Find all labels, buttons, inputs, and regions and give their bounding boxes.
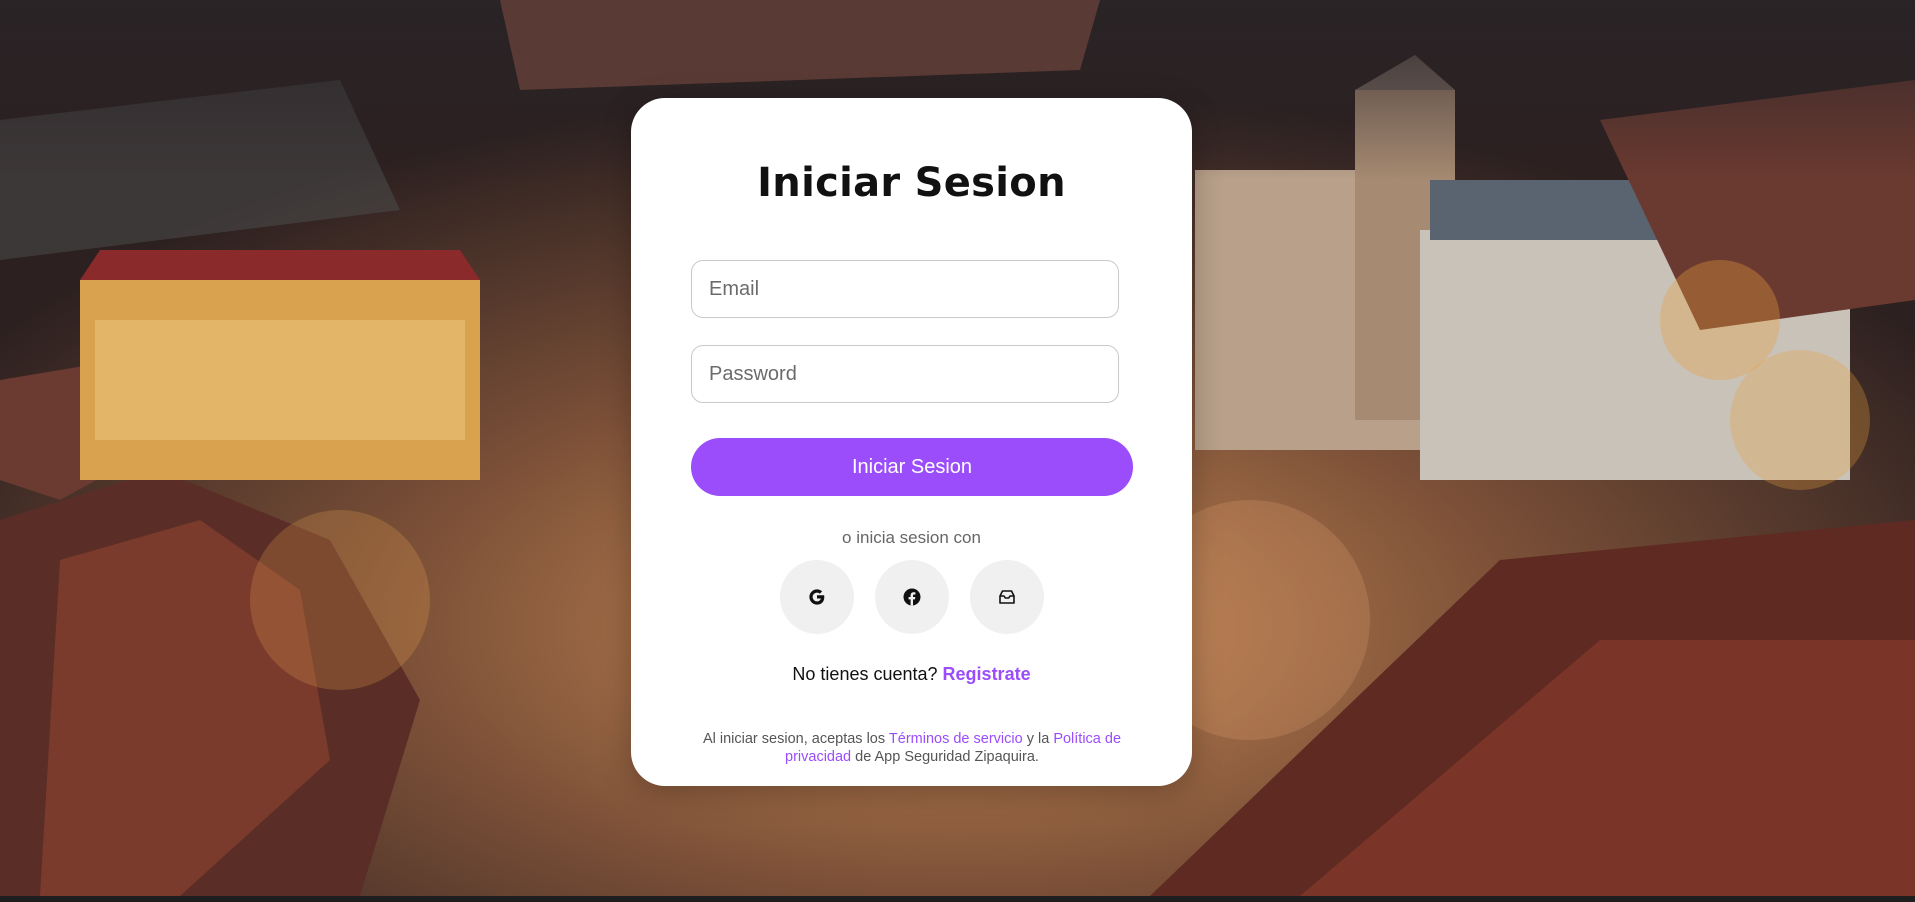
email-field[interactable]: [691, 260, 1119, 318]
email-login-button[interactable]: [970, 560, 1044, 634]
terms-prefix: Al iniciar sesion, aceptas los: [702, 731, 886, 747]
terms-notice: Al iniciar sesion, aceptas los Términos …: [691, 730, 1133, 766]
google-icon: [809, 589, 825, 605]
bottom-strip: [0, 896, 1915, 902]
login-card: Iniciar Sesion Iniciar Sesion o inicia s…: [631, 98, 1192, 786]
register-prompt: No tienes cuenta? Registrate: [631, 664, 1192, 685]
terms-middle: y la: [1026, 731, 1050, 747]
login-button[interactable]: Iniciar Sesion: [691, 438, 1133, 496]
terms-suffix: de App Seguridad Zipaquira.: [855, 749, 1039, 765]
register-link[interactable]: Registrate: [943, 664, 1031, 684]
password-field[interactable]: [691, 345, 1119, 403]
register-prompt-text: No tienes cuenta?: [792, 664, 938, 684]
terms-of-service-link[interactable]: Términos de servicio: [889, 731, 1023, 747]
social-login-label: o inicia sesion con: [842, 528, 981, 547]
facebook-login-button[interactable]: [875, 560, 949, 634]
google-login-button[interactable]: [780, 560, 854, 634]
page-title: Iniciar Sesion: [757, 160, 1066, 206]
facebook-icon: [903, 588, 921, 606]
social-login-buttons: [780, 560, 1044, 634]
mail-inbox-icon: [999, 590, 1015, 604]
